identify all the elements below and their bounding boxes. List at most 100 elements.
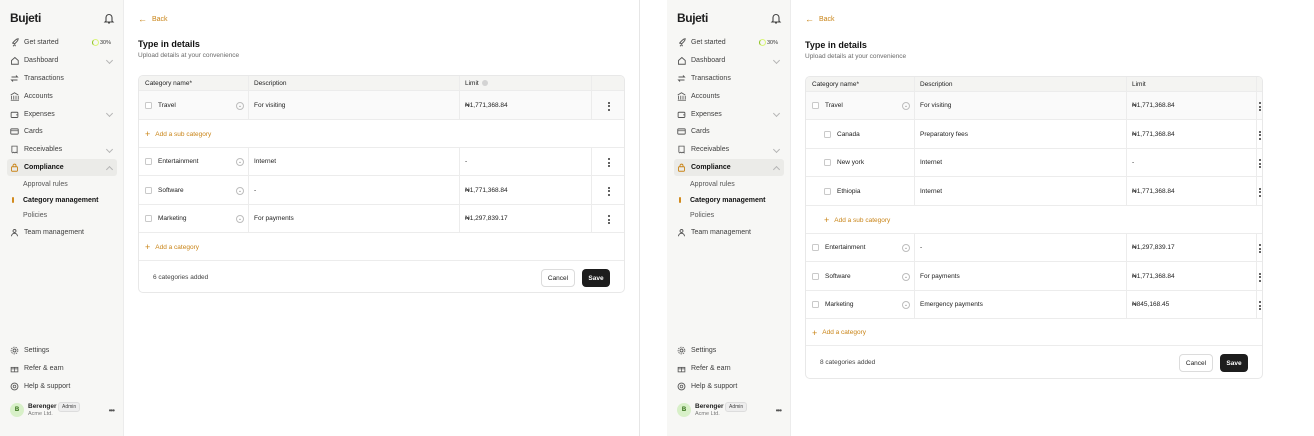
description-cell[interactable]: Internet	[248, 148, 276, 175]
category-name-cell[interactable]: Entertainment	[139, 148, 198, 175]
chevron-down-icon[interactable]: ⌄	[236, 158, 244, 166]
limit-cell[interactable]: -	[459, 148, 467, 175]
row-checkbox[interactable]	[812, 301, 819, 308]
more-icon[interactable]: •••	[109, 406, 115, 415]
description-cell[interactable]: Preparatory fees	[914, 120, 968, 148]
cancel-button[interactable]: Cancel	[1179, 354, 1213, 372]
category-name-cell[interactable]: Software	[806, 262, 851, 290]
user-profile[interactable]: B Berenger Admin Acme Ltd. •••	[10, 401, 116, 419]
row-checkbox[interactable]	[824, 187, 831, 195]
add-sub-category-button[interactable]: + Add a sub category	[145, 129, 211, 139]
row-checkbox[interactable]	[824, 130, 831, 138]
description-cell[interactable]: -	[248, 176, 256, 204]
sidebar-item-category-management[interactable]: Category management	[7, 192, 117, 208]
row-checkbox[interactable]	[812, 244, 819, 251]
back-link[interactable]: ← Back	[805, 14, 835, 24]
description-cell[interactable]: For payments	[248, 205, 294, 232]
limit-cell[interactable]: -	[1126, 149, 1134, 176]
bell-icon[interactable]	[103, 12, 115, 25]
sidebar-item-get-started[interactable]: Get started 30%	[674, 34, 784, 52]
limit-cell[interactable]: ₦1,771,368.84	[1126, 120, 1175, 148]
sidebar-item-expenses[interactable]: Expenses	[674, 105, 784, 123]
more-vertical-icon[interactable]	[607, 215, 610, 224]
more-icon[interactable]: •••	[776, 406, 782, 415]
add-sub-category-button[interactable]: + Add a sub category	[824, 215, 890, 225]
sidebar-item-category-management[interactable]: Category management	[674, 192, 784, 208]
chevron-down-icon[interactable]: ⌄	[236, 215, 244, 223]
sidebar-item-accounts[interactable]: Accounts	[7, 87, 117, 105]
row-checkbox[interactable]	[812, 102, 819, 109]
more-vertical-icon[interactable]	[1259, 272, 1261, 282]
chevron-down-icon[interactable]: ⌄	[236, 101, 244, 110]
description-cell[interactable]: Internet	[914, 149, 942, 176]
description-cell[interactable]: For visiting	[914, 92, 951, 119]
description-cell[interactable]: Emergency payments	[914, 291, 983, 318]
cancel-button[interactable]: Cancel	[541, 269, 575, 287]
sidebar-item-dashboard[interactable]: Dashboard	[674, 52, 784, 70]
save-button[interactable]: Save	[1220, 354, 1248, 372]
more-vertical-icon[interactable]	[607, 186, 610, 196]
sidebar-item-receivables[interactable]: Receivables	[674, 141, 784, 159]
more-vertical-icon[interactable]	[1259, 102, 1261, 111]
sidebar-item-policies[interactable]: Policies	[7, 208, 117, 224]
row-checkbox[interactable]	[145, 186, 152, 194]
sidebar-item-dashboard[interactable]: Dashboard	[7, 52, 117, 70]
limit-cell[interactable]: ₦1,771,368.84	[459, 176, 508, 204]
description-cell[interactable]: -	[914, 234, 922, 261]
category-name-cell[interactable]: Entertainment	[806, 234, 865, 261]
sidebar-item-settings[interactable]: Settings	[7, 342, 117, 360]
category-name-cell[interactable]: Canada	[818, 120, 860, 148]
sidebar-item-team-management[interactable]: Team management	[674, 224, 784, 242]
sidebar-item-help-support[interactable]: Help & support	[674, 378, 784, 396]
sidebar-item-settings[interactable]: Settings	[674, 342, 784, 360]
more-vertical-icon[interactable]	[1259, 159, 1261, 168]
more-vertical-icon[interactable]	[1259, 244, 1261, 253]
add-category-button[interactable]: + Add a category	[812, 328, 866, 338]
sidebar-item-cards[interactable]: Cards	[7, 123, 117, 141]
limit-cell[interactable]: ₦1,771,368.84	[459, 91, 508, 119]
more-vertical-icon[interactable]	[1259, 130, 1261, 140]
category-name-cell[interactable]: Marketing	[806, 291, 854, 318]
sidebar-item-accounts[interactable]: Accounts	[674, 87, 784, 105]
sidebar-item-expenses[interactable]: Expenses	[7, 105, 117, 123]
category-name-cell[interactable]: Travel	[806, 92, 843, 119]
add-category-button[interactable]: + Add a category	[145, 242, 199, 252]
user-profile[interactable]: B Berenger Admin Acme Ltd. •••	[677, 401, 783, 419]
sidebar-item-get-started[interactable]: Get started 30%	[7, 34, 117, 52]
description-cell[interactable]: For payments	[914, 262, 960, 290]
row-checkbox[interactable]	[145, 101, 152, 109]
chevron-down-icon[interactable]: ⌄	[902, 272, 910, 281]
category-name-cell[interactable]: Ethiopia	[818, 177, 861, 205]
description-cell[interactable]: Internet	[914, 177, 942, 205]
sidebar-item-transactions[interactable]: Transactions	[7, 70, 117, 88]
sidebar-item-policies[interactable]: Policies	[674, 208, 784, 224]
limit-cell[interactable]: ₦1,297,839.17	[459, 205, 508, 232]
save-button[interactable]: Save	[582, 269, 610, 287]
category-name-cell[interactable]: Travel	[139, 91, 176, 119]
limit-cell[interactable]: ₦1,771,368.84	[1126, 177, 1175, 205]
bell-icon[interactable]	[770, 12, 782, 25]
back-link[interactable]: ← Back	[138, 14, 168, 24]
row-checkbox[interactable]	[145, 215, 152, 222]
sidebar-item-compliance[interactable]: Compliance	[674, 158, 784, 177]
limit-cell[interactable]: ₦1,297,839.17	[1126, 234, 1175, 261]
category-name-cell[interactable]: New york	[818, 149, 864, 176]
row-checkbox[interactable]	[145, 158, 152, 165]
more-vertical-icon[interactable]	[1259, 187, 1261, 197]
sidebar-item-approval-rules[interactable]: Approval rules	[7, 176, 117, 192]
more-vertical-icon[interactable]	[607, 158, 610, 167]
chevron-down-icon[interactable]: ⌄	[236, 186, 244, 195]
row-checkbox[interactable]	[824, 159, 831, 166]
limit-cell[interactable]: ₦1,771,368.84	[1126, 262, 1175, 290]
sidebar-item-team-management[interactable]: Team management	[7, 224, 117, 242]
limit-cell[interactable]: ₦845,168.45	[1126, 291, 1169, 318]
sidebar-item-receivables[interactable]: Receivables	[7, 141, 117, 159]
chevron-down-icon[interactable]: ⌄	[902, 301, 910, 309]
description-cell[interactable]: For visiting	[248, 91, 285, 119]
more-vertical-icon[interactable]	[607, 101, 610, 111]
sidebar-item-refer-earn[interactable]: Refer & earn	[674, 360, 784, 378]
more-vertical-icon[interactable]	[1259, 301, 1261, 310]
category-name-cell[interactable]: Marketing	[139, 205, 187, 232]
sidebar-item-refer-earn[interactable]: Refer & earn	[7, 360, 117, 378]
sidebar-item-transactions[interactable]: Transactions	[674, 70, 784, 88]
